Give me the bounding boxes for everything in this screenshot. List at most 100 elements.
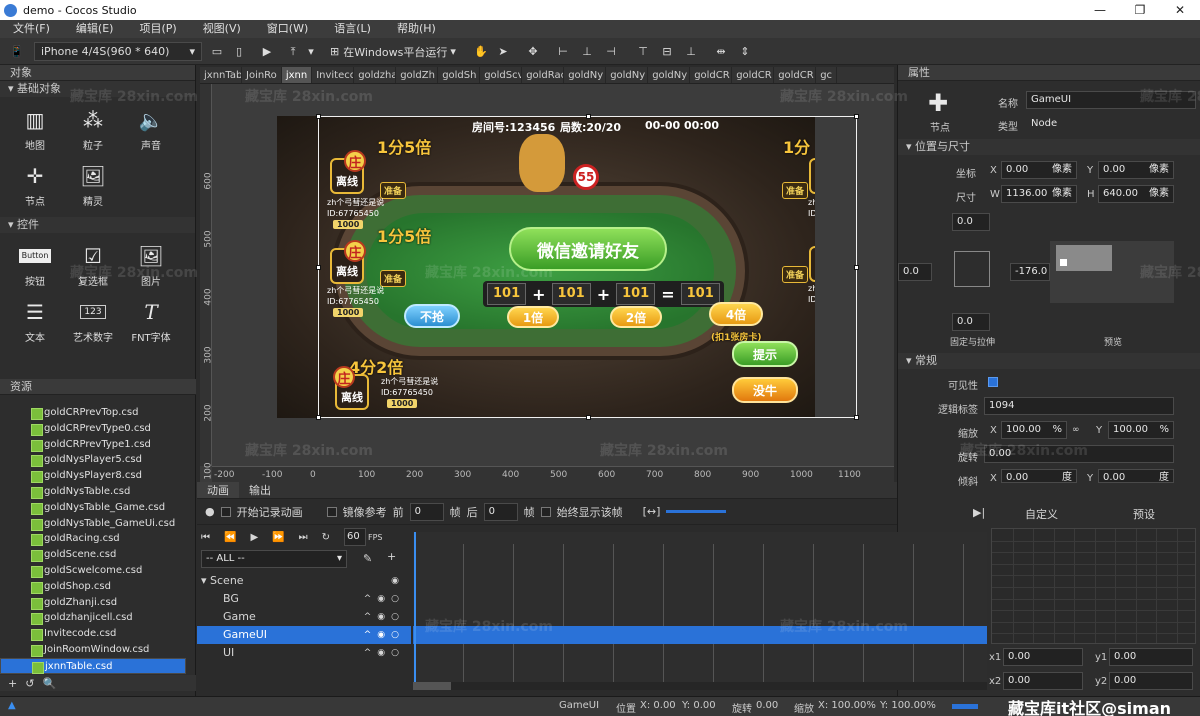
- resource-item[interactable]: goldRacing.csd: [0, 531, 186, 547]
- fps-input[interactable]: 60: [344, 528, 366, 546]
- loop-icon[interactable]: ↻: [322, 532, 330, 543]
- resource-item[interactable]: goldCRPrevType0.csd: [0, 421, 186, 437]
- menu-language[interactable]: 语言(L): [321, 20, 384, 38]
- lock-icon[interactable]: ^: [364, 648, 378, 658]
- anchor-widget[interactable]: [954, 251, 990, 287]
- hand-icon[interactable]: ✋: [472, 42, 490, 61]
- last-frame-icon[interactable]: ⏭: [299, 532, 308, 543]
- easing-curve-grid[interactable]: [991, 528, 1196, 644]
- tree-node[interactable]: UI ^◉○: [197, 644, 411, 662]
- refresh-icon[interactable]: ↺: [25, 677, 34, 690]
- resource-item[interactable]: goldCRPrevTop.csd: [0, 405, 186, 421]
- basic-section-header[interactable]: ▾ 基础对象: [0, 81, 195, 97]
- playhead[interactable]: [414, 532, 416, 687]
- document-tab[interactable]: goldNy: [606, 67, 649, 83]
- align-top-icon[interactable]: ⊤: [634, 42, 652, 61]
- resource-item[interactable]: goldNysTable_GameUi.csd: [0, 516, 186, 532]
- height-input[interactable]: 640.00 像素: [1098, 185, 1174, 203]
- pos-y-input[interactable]: 0.00 像素: [1098, 161, 1174, 179]
- general-section-header[interactable]: ▾ 常规: [898, 353, 1200, 369]
- circle-icon[interactable]: ○: [391, 648, 405, 658]
- maximize-button[interactable]: ❐: [1120, 0, 1160, 20]
- status-zoom-slider[interactable]: [952, 704, 978, 709]
- prev-frames-input[interactable]: 0: [409, 502, 444, 521]
- tag-input[interactable]: 1094: [984, 397, 1174, 415]
- always-show-checkbox[interactable]: [540, 506, 551, 517]
- align-left-icon[interactable]: ⊢: [554, 42, 572, 61]
- align-right-icon[interactable]: ⊣: [602, 42, 620, 61]
- tab-animation[interactable]: 动画: [197, 482, 239, 498]
- resource-item[interactable]: goldNysPlayer8.csd: [0, 468, 186, 484]
- link-icon[interactable]: ∞: [1072, 425, 1080, 435]
- pen-icon[interactable]: ✎: [363, 552, 372, 565]
- resize-handle[interactable]: [854, 265, 859, 270]
- scale-x-input[interactable]: 100.00%: [1001, 421, 1067, 439]
- resize-handle[interactable]: [854, 415, 859, 420]
- add-icon[interactable]: +: [387, 550, 396, 563]
- lock-icon[interactable]: ^: [364, 630, 378, 640]
- menu-file[interactable]: 文件(F): [0, 20, 63, 38]
- next-frame-icon[interactable]: ⏩: [272, 532, 284, 543]
- position-section-header[interactable]: ▾ 位置与尺寸: [898, 139, 1200, 155]
- document-tab[interactable]: goldCR: [732, 67, 775, 83]
- circle-icon[interactable]: ○: [391, 612, 405, 622]
- resource-item[interactable]: goldShop.csd: [0, 579, 186, 595]
- tool-sprite[interactable]: 🖼 精灵: [64, 157, 122, 213]
- document-tab[interactable]: goldCR: [774, 67, 817, 83]
- resource-item[interactable]: Invitecode.csd: [0, 626, 186, 642]
- eye-icon[interactable]: ◉: [377, 630, 391, 640]
- prev-frame-icon[interactable]: ⏪: [224, 532, 236, 543]
- timeline-selected-row[interactable]: [413, 626, 987, 644]
- eye-icon[interactable]: ◉: [377, 594, 391, 604]
- tool-sound[interactable]: 🔈 声音: [122, 101, 180, 157]
- eye-icon[interactable]: ◉: [377, 648, 391, 658]
- tool-art-number[interactable]: 123 艺术数字: [64, 293, 122, 349]
- visible-checkbox[interactable]: [988, 377, 998, 387]
- add-icon[interactable]: +: [8, 677, 17, 690]
- resize-handle[interactable]: [316, 265, 321, 270]
- x2-input[interactable]: 0.00: [1003, 672, 1083, 690]
- publish-icon[interactable]: ⤒: [284, 42, 302, 61]
- expand-icon[interactable]: ▾: [201, 574, 210, 587]
- landscape-icon[interactable]: ▭: [208, 42, 226, 61]
- resize-handle[interactable]: [316, 415, 321, 420]
- document-tab[interactable]: gc: [816, 67, 838, 83]
- document-tab[interactable]: jxnnTab: [200, 67, 242, 83]
- distribute-v-icon[interactable]: ⇕: [736, 42, 754, 61]
- tab-preset[interactable]: 预设: [1133, 506, 1155, 522]
- warning-icon[interactable]: ▲: [8, 700, 16, 711]
- eye-icon[interactable]: ◉: [391, 576, 405, 586]
- align-middle-icon[interactable]: ⊟: [658, 42, 676, 61]
- y2-input[interactable]: 0.00: [1109, 672, 1193, 690]
- document-tab[interactable]: goldSh: [438, 67, 481, 83]
- menu-edit[interactable]: 编辑(E): [63, 20, 127, 38]
- resize-handle[interactable]: [586, 415, 591, 420]
- align-bottom-icon[interactable]: ⊥: [682, 42, 700, 61]
- tool-map[interactable]: ▥ 地图: [6, 101, 64, 157]
- zoom-icon[interactable]: [↔]: [643, 505, 661, 518]
- play-preview-icon[interactable]: ▶|: [973, 506, 985, 519]
- minimize-button[interactable]: —: [1080, 0, 1120, 20]
- resize-handle[interactable]: [586, 114, 591, 119]
- resource-item[interactable]: goldCRPrevType1.csd: [0, 437, 186, 453]
- document-tab[interactable]: goldRac: [522, 67, 565, 83]
- document-tab[interactable]: goldCR: [690, 67, 733, 83]
- tool-node[interactable]: ✛ 节点: [6, 157, 64, 213]
- record-icon[interactable]: ●: [205, 505, 215, 518]
- resource-item[interactable]: goldNysTable.csd: [0, 484, 186, 500]
- anchor-top-input[interactable]: 0.0: [952, 213, 990, 231]
- filter-select[interactable]: -- ALL -- ▾: [201, 550, 347, 568]
- resource-item[interactable]: jxnnTable.csd: [0, 657, 186, 674]
- selection-box[interactable]: [316, 114, 859, 420]
- document-tab[interactable]: goldNy: [648, 67, 691, 83]
- first-frame-icon[interactable]: ⏮: [201, 532, 210, 543]
- circle-icon[interactable]: ○: [391, 594, 405, 604]
- next-frames-input[interactable]: 0: [483, 502, 518, 521]
- record-checkbox[interactable]: [220, 506, 231, 517]
- tab-output[interactable]: 输出: [239, 482, 281, 498]
- resource-item[interactable]: goldNysTable_Game.csd: [0, 500, 186, 516]
- anchor-bottom-input[interactable]: 0.0: [952, 313, 990, 331]
- mirror-checkbox[interactable]: [326, 506, 337, 517]
- tool-image[interactable]: 🖼 图片: [122, 237, 180, 293]
- circle-icon[interactable]: ○: [391, 630, 405, 640]
